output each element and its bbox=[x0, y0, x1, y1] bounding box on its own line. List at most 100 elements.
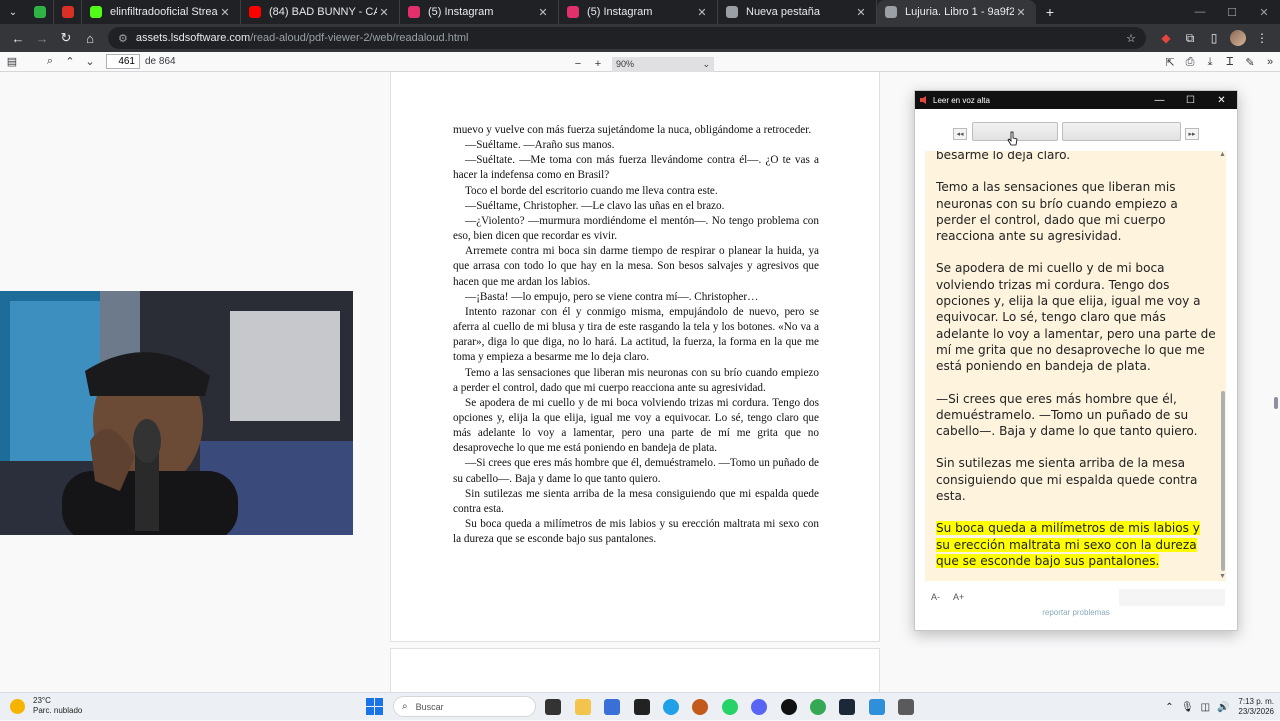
forward-icon[interactable]: ▸▸ bbox=[1185, 128, 1199, 140]
tab-search-chevron-icon[interactable]: ⌄ bbox=[0, 0, 26, 24]
font-smaller-button[interactable]: A- bbox=[931, 592, 940, 602]
pdf-page-text: muevo y vuelve con más fuerza sujetándom… bbox=[453, 123, 819, 547]
viewer-scrollbar[interactable] bbox=[1274, 397, 1278, 409]
reload-icon[interactable]: ↻ bbox=[54, 26, 78, 50]
discord-icon[interactable] bbox=[751, 699, 767, 715]
whatsapp-icon[interactable] bbox=[722, 699, 738, 715]
open-file-icon[interactable]: ⇱ bbox=[1160, 52, 1180, 72]
browser-tab[interactable]: (5) Instagram ✕ bbox=[400, 0, 559, 24]
save-icon[interactable]: ⤓ bbox=[1200, 52, 1220, 72]
ra-maximize-icon[interactable]: ☐ bbox=[1175, 95, 1206, 106]
tab-favicon-icon bbox=[885, 6, 897, 18]
find-search-icon[interactable]: ⌕ bbox=[40, 52, 60, 72]
clock-time: 7:13 p. m. bbox=[1238, 697, 1274, 706]
zoom-out-icon[interactable]: − bbox=[568, 54, 588, 74]
file-explorer-icon[interactable] bbox=[575, 699, 591, 715]
zoom-in-icon[interactable]: + bbox=[588, 54, 608, 74]
app-icon[interactable] bbox=[692, 699, 708, 715]
read-aloud-text: besarme lo deja claro. Temo a las sensaci… bbox=[936, 151, 1216, 581]
tab-close-icon[interactable]: ✕ bbox=[218, 6, 232, 19]
weather-sun-icon bbox=[10, 698, 25, 714]
tab-close-icon[interactable]: ✕ bbox=[536, 6, 550, 19]
extensions-puzzle-icon[interactable]: ⧉ bbox=[1178, 26, 1202, 50]
tab-close-icon[interactable]: ✕ bbox=[1014, 6, 1028, 19]
read-aloud-options-box[interactable] bbox=[1119, 589, 1225, 606]
edge-icon[interactable] bbox=[663, 699, 679, 715]
site-info-icon[interactable]: ⚙ bbox=[118, 32, 128, 45]
read-aloud-titlebar[interactable]: Leer en voz alta — ☐ ✕ bbox=[915, 91, 1237, 109]
report-problems-link[interactable]: reportar problemas bbox=[915, 608, 1237, 617]
clock-date: 23/3/2026 bbox=[1238, 707, 1274, 716]
ra-close-icon[interactable]: ✕ bbox=[1206, 95, 1237, 106]
browser-tab-strip: ⌄ elinfiltradooficial Stream - Wat...✕(8… bbox=[0, 0, 1280, 24]
weather-widget[interactable]: 23°C Parc. nublado bbox=[10, 696, 82, 716]
pdf-toolbar: ▤ ⌕ ⌃ ⌄ de 864 − + 90% ⌄ ⇱ ⎙ ⤓ Ꮖ ✎ » bbox=[0, 52, 1280, 72]
page-number-input[interactable] bbox=[106, 54, 140, 69]
webcam-image bbox=[0, 291, 353, 535]
read-aloud-controls: ◂◂ ▸▸ bbox=[915, 121, 1237, 146]
forward-arrow-icon[interactable]: → bbox=[30, 26, 54, 50]
steam-icon[interactable] bbox=[839, 699, 855, 715]
ra-minimize-icon[interactable]: — bbox=[1144, 95, 1175, 106]
tray-chevron-up-icon[interactable]: ⌃ bbox=[1160, 702, 1178, 713]
browser-tab[interactable]: (5) Instagram ✕ bbox=[559, 0, 718, 24]
browser-tab[interactable] bbox=[54, 0, 82, 24]
stop-button[interactable] bbox=[1062, 122, 1181, 141]
browser-tab[interactable]: (84) BAD BUNNY - CALLAÍTA (O...✕ bbox=[241, 0, 400, 24]
window-close-icon[interactable]: ✕ bbox=[1248, 0, 1280, 24]
zoom-select[interactable]: 90% ⌄ bbox=[612, 56, 714, 72]
start-windows-icon[interactable] bbox=[366, 698, 383, 715]
back-arrow-icon[interactable]: ← bbox=[6, 26, 30, 50]
new-tab-button[interactable]: + bbox=[1036, 0, 1064, 24]
read-aloud-app-icon[interactable] bbox=[898, 699, 914, 715]
obs-icon[interactable] bbox=[781, 699, 797, 715]
pdf-viewer[interactable]: muevo y vuelve con más fuerza sujetándom… bbox=[0, 72, 1280, 692]
read-aloud-paragraph: besarme lo deja claro. bbox=[936, 151, 1071, 162]
print-icon[interactable]: ⎙ bbox=[1180, 52, 1200, 72]
bookmark-star-icon[interactable]: ☆ bbox=[1126, 32, 1136, 45]
task-view-icon[interactable] bbox=[545, 699, 561, 715]
extension-icon[interactable]: ◆ bbox=[1154, 26, 1178, 50]
rewind-icon[interactable]: ◂◂ bbox=[953, 128, 967, 140]
capcut-icon[interactable] bbox=[634, 699, 650, 715]
microphone-icon[interactable]: 🎙 bbox=[1178, 702, 1196, 713]
highlighted-sentence: Su boca queda a milímetros de mis labios… bbox=[936, 521, 1200, 568]
scroll-down-icon[interactable]: ▼ bbox=[1219, 573, 1226, 580]
font-larger-button[interactable]: A+ bbox=[953, 592, 964, 602]
chrome-icon[interactable] bbox=[810, 699, 826, 715]
network-icon[interactable]: ◫ bbox=[1196, 702, 1214, 713]
tab-title: elinfiltradooficial Stream - Wat... bbox=[110, 6, 218, 18]
profile-avatar[interactable] bbox=[1226, 26, 1250, 50]
split-view-icon[interactable]: ▯ bbox=[1202, 26, 1226, 50]
text-annotation-icon[interactable]: Ꮖ bbox=[1220, 52, 1240, 72]
read-aloud-scrollbar[interactable]: ▲ ▼ bbox=[1218, 151, 1228, 581]
browser-tab[interactable]: Nueva pestaña ✕ bbox=[718, 0, 877, 24]
clock[interactable]: 7:13 p. m. 23/3/2026 bbox=[1238, 697, 1274, 717]
browser-menu-icon[interactable]: ⋮ bbox=[1250, 26, 1274, 50]
system-tray: ⌃ 🎙 ◫ 🔊 7:13 p. m. 23/3/2026 bbox=[1160, 693, 1274, 721]
pdf-paragraph: muevo y vuelve con más fuerza sujetándom… bbox=[453, 124, 812, 136]
sidebar-toggle-icon[interactable]: ▤ bbox=[2, 52, 22, 72]
window-maximize-icon[interactable]: ☐ bbox=[1216, 0, 1248, 24]
browser-tab[interactable] bbox=[26, 0, 54, 24]
photos-icon[interactable] bbox=[869, 699, 885, 715]
address-bar[interactable]: ⚙ assets.lsdsoftware.com/read-aloud/pdf-… bbox=[108, 27, 1146, 49]
scroll-thumb[interactable] bbox=[1221, 391, 1225, 571]
tab-close-icon[interactable]: ✕ bbox=[377, 6, 391, 19]
tab-close-icon[interactable]: ✕ bbox=[854, 6, 868, 19]
next-page-icon[interactable]: ⌄ bbox=[80, 52, 100, 72]
store-icon[interactable] bbox=[604, 699, 620, 715]
tab-close-icon[interactable]: ✕ bbox=[695, 6, 709, 19]
previous-page-icon[interactable]: ⌃ bbox=[60, 52, 80, 72]
taskbar-search[interactable]: ⌕ Buscar bbox=[393, 696, 536, 717]
pdf-next-page bbox=[390, 648, 880, 692]
window-minimize-icon[interactable]: — bbox=[1184, 0, 1216, 24]
draw-annotation-icon[interactable]: ✎ bbox=[1240, 52, 1260, 72]
read-aloud-text-area[interactable]: besarme lo deja claro. Temo a las sensaci… bbox=[925, 151, 1226, 581]
browser-tab[interactable]: Lujuria. Libro 1 - 9a9f21e5-01d...✕ bbox=[877, 0, 1036, 24]
volume-icon[interactable]: 🔊 bbox=[1214, 702, 1232, 713]
browser-tab[interactable]: elinfiltradooficial Stream - Wat...✕ bbox=[82, 0, 241, 24]
tools-menu-icon[interactable]: » bbox=[1260, 52, 1280, 72]
scroll-up-icon[interactable]: ▲ bbox=[1219, 151, 1226, 158]
home-icon[interactable]: ⌂ bbox=[78, 26, 102, 50]
